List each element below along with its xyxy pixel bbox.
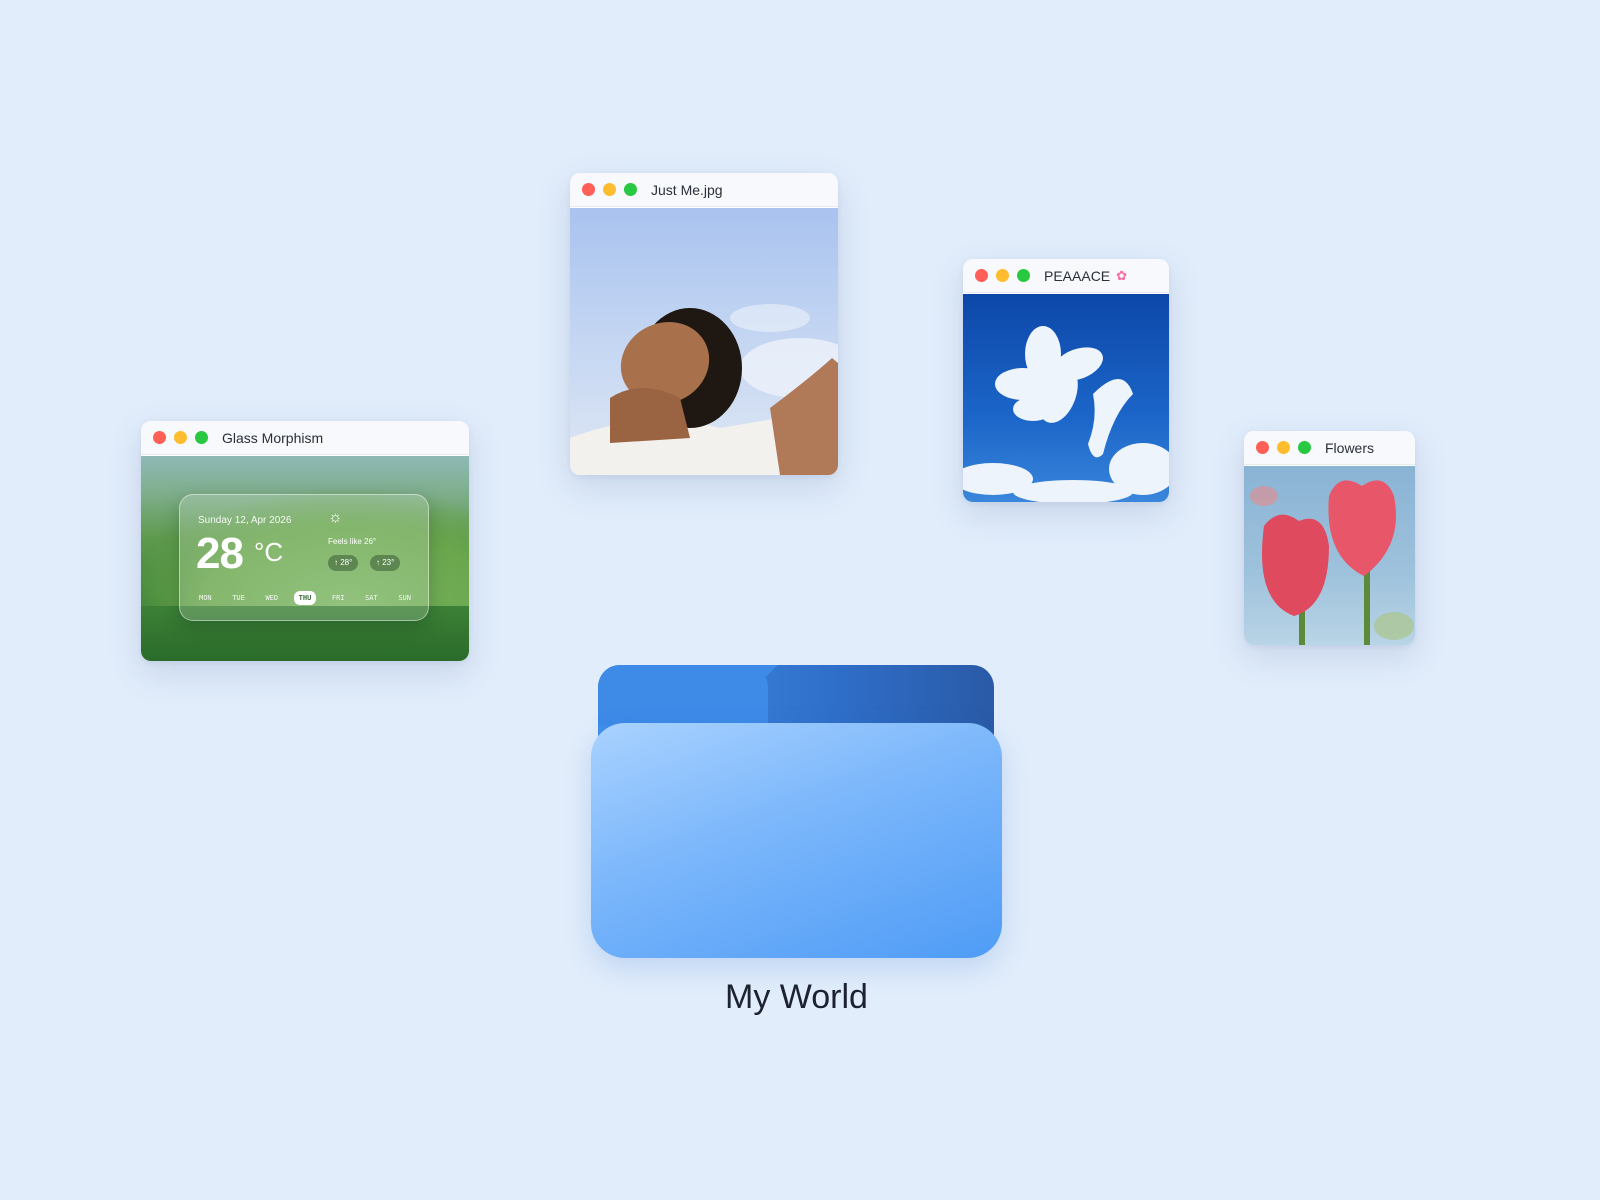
day-wed[interactable]: WED <box>260 591 283 605</box>
folder-tab-slope <box>730 665 790 701</box>
maximize-button[interactable] <box>195 431 208 444</box>
weather-background-image: Sunday 12, Apr 2026 28 °C ☼ Feels like 2… <box>141 456 469 661</box>
weather-temperature: 28 <box>196 529 244 578</box>
minimize-button[interactable] <box>603 183 616 196</box>
maximize-button[interactable] <box>624 183 637 196</box>
window-title: Glass Morphism <box>222 429 324 446</box>
weather-widget: Sunday 12, Apr 2026 28 °C ☼ Feels like 2… <box>179 494 429 621</box>
day-sun[interactable]: SUN <box>393 591 416 605</box>
minimize-button[interactable] <box>1277 441 1290 454</box>
maximize-button[interactable] <box>1017 269 1030 282</box>
close-button[interactable] <box>975 269 988 282</box>
close-button[interactable] <box>582 183 595 196</box>
window-just-me[interactable]: Just Me.jpg <box>570 173 838 475</box>
day-tue[interactable]: TUE <box>227 591 250 605</box>
titlebar[interactable]: Flowers <box>1244 431 1415 465</box>
window-peaaace[interactable]: PEAAACE ✿ <box>963 259 1169 502</box>
maximize-button[interactable] <box>1298 441 1311 454</box>
sun-icon: ☼ <box>328 509 343 526</box>
flower-icon: ✿ <box>1116 267 1128 283</box>
tulip-illustration <box>1250 480 1414 645</box>
portrait-photo <box>570 208 838 475</box>
titlebar[interactable]: Just Me.jpg <box>570 173 838 207</box>
day-fri[interactable]: FRI <box>327 591 350 605</box>
cloud-sky-photo <box>963 294 1169 502</box>
folder-label[interactable]: My World <box>591 978 1002 1017</box>
close-button[interactable] <box>1256 441 1269 454</box>
day-selector: MON TUE WED THU FRI SAT SUN <box>194 591 416 605</box>
feels-like: Feels like 26° <box>328 537 377 546</box>
titlebar[interactable]: PEAAACE ✿ <box>963 259 1169 293</box>
day-sat[interactable]: SAT <box>360 591 383 605</box>
weather-unit: °C <box>254 537 284 567</box>
cloud-illustration <box>963 326 1169 502</box>
minimize-button[interactable] <box>996 269 1009 282</box>
minimize-button[interactable] <box>174 431 187 444</box>
high-temp-pill: ↑ 28° <box>328 555 359 571</box>
window-glass-morphism[interactable]: Glass Morphism Sunday 12, Apr 2026 28 °C… <box>141 421 469 661</box>
low-temp-pill: ↑ 23° <box>370 555 401 571</box>
window-flowers[interactable]: Flowers <box>1244 431 1415 645</box>
window-title: Flowers <box>1325 439 1375 456</box>
flowers-photo <box>1244 466 1415 645</box>
titlebar[interactable]: Glass Morphism <box>141 421 469 455</box>
window-title: PEAAACE <box>1044 267 1111 284</box>
close-button[interactable] <box>153 431 166 444</box>
day-mon[interactable]: MON <box>194 591 217 605</box>
window-title: Just Me.jpg <box>651 181 723 198</box>
folder-icon[interactable] <box>591 723 1002 958</box>
weather-date: Sunday 12, Apr 2026 <box>198 515 292 526</box>
portrait-illustration <box>570 304 838 475</box>
day-thu[interactable]: THU <box>293 591 317 605</box>
